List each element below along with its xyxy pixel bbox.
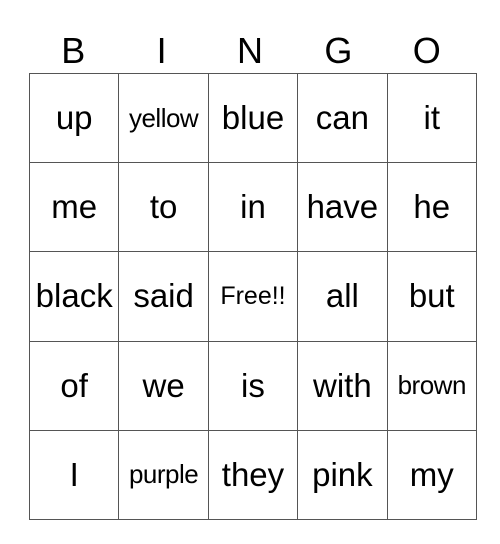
- bingo-cell[interactable]: to: [118, 162, 209, 253]
- board-row: black said Free!! all but: [28, 251, 477, 342]
- header-letter-n: N: [236, 30, 263, 71]
- bingo-cell[interactable]: they: [207, 429, 299, 520]
- bingo-cell[interactable]: I: [28, 429, 120, 520]
- bingo-cell[interactable]: but: [386, 251, 477, 342]
- bingo-cell[interactable]: me: [28, 162, 120, 253]
- bingo-board: up yellow blue can it me to in have he b…: [28, 72, 477, 520]
- bingo-header: B I N G O: [29, 28, 471, 74]
- bingo-cell[interactable]: pink: [297, 429, 388, 520]
- board-row: up yellow blue can it: [28, 72, 477, 164]
- bingo-cell[interactable]: we: [118, 340, 209, 431]
- board-row: of we is with brown: [28, 340, 477, 431]
- board-row: I purple they pink my: [28, 429, 477, 520]
- bingo-cell[interactable]: of: [28, 340, 120, 431]
- bingo-cell[interactable]: can: [297, 72, 388, 164]
- bingo-cell[interactable]: black: [28, 251, 120, 342]
- header-letter-g: G: [324, 30, 353, 71]
- bingo-cell[interactable]: blue: [207, 72, 299, 164]
- bingo-cell[interactable]: brown: [386, 340, 477, 431]
- bingo-cell[interactable]: it: [386, 72, 477, 164]
- bingo-cell[interactable]: up: [28, 72, 120, 164]
- bingo-cell[interactable]: said: [118, 251, 209, 342]
- header-letter-i: I: [156, 30, 167, 71]
- board-row: me to in have he: [28, 162, 477, 253]
- free-space-cell[interactable]: Free!!: [207, 251, 299, 342]
- bingo-cell[interactable]: all: [297, 251, 388, 342]
- bingo-cell[interactable]: with: [297, 340, 388, 431]
- bingo-cell[interactable]: yellow: [118, 72, 209, 164]
- header-letter-b: B: [61, 30, 86, 71]
- bingo-cell[interactable]: my: [386, 429, 477, 520]
- bingo-cell[interactable]: purple: [118, 429, 209, 520]
- bingo-cell[interactable]: he: [386, 162, 477, 253]
- bingo-cell[interactable]: is: [207, 340, 299, 431]
- bingo-cell[interactable]: have: [297, 162, 388, 253]
- bingo-cell[interactable]: in: [207, 162, 299, 253]
- header-letter-o: O: [412, 30, 441, 71]
